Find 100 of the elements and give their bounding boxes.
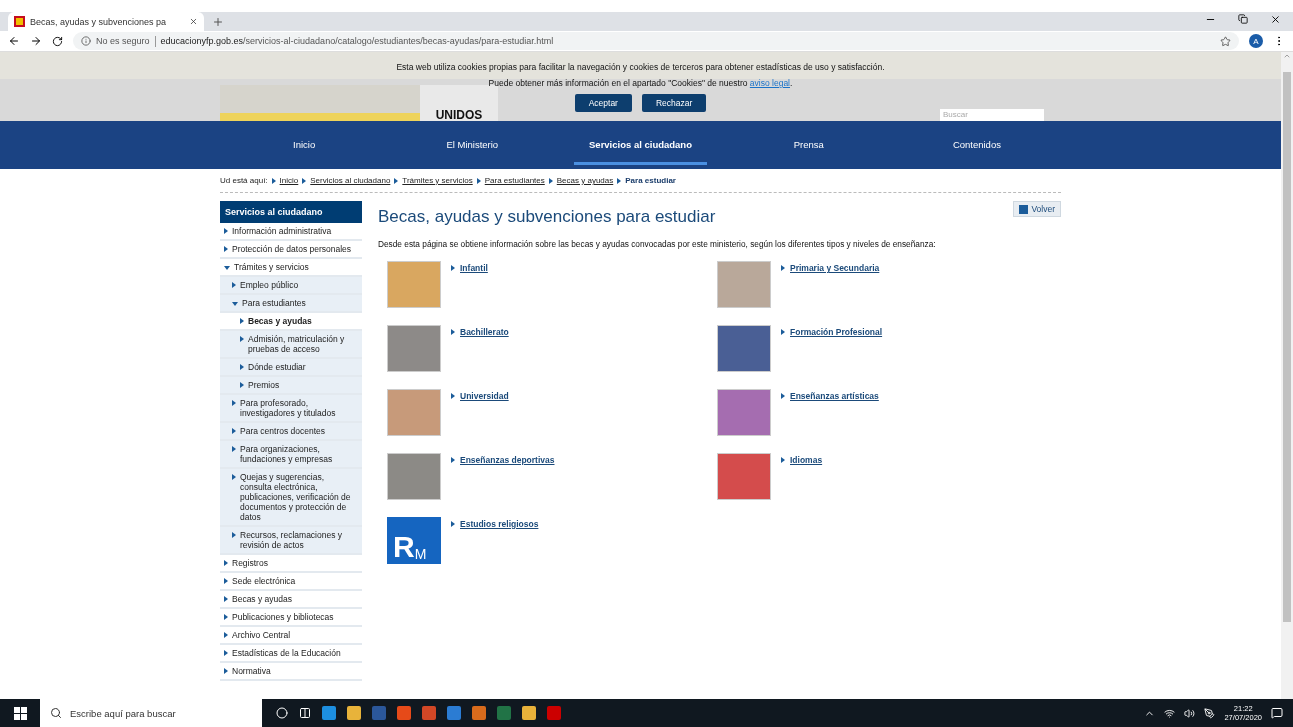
sidebar-item[interactable]: Admisión, matriculación y pruebas de acceso — [220, 331, 362, 359]
taskbar-search-field[interactable]: Escribe aquí para buscar — [40, 699, 262, 727]
legal-link[interactable]: aviso legal — [749, 78, 790, 88]
photo-placeholder — [717, 325, 771, 372]
category-link[interactable]: Bachillerato — [451, 325, 509, 337]
caret-icon — [224, 668, 228, 674]
caret-icon — [232, 474, 236, 480]
caret-icon — [224, 246, 228, 252]
new-tab-icon[interactable] — [212, 16, 224, 28]
restore-icon[interactable] — [1238, 13, 1248, 24]
photo-placeholder — [387, 453, 441, 500]
task-view-icon[interactable] — [299, 707, 311, 719]
caret-icon — [451, 265, 455, 271]
photo-placeholder — [717, 453, 771, 500]
category-link[interactable]: Enseñanzas artísticas — [781, 389, 879, 401]
star-icon[interactable] — [1220, 35, 1231, 47]
category-link[interactable]: Primaria y Secundaria — [781, 261, 880, 273]
sidebar-item[interactable]: Para organizaciones, fundaciones y empresas — [220, 441, 362, 469]
page-title: Becas, ayudas y subvenciones para estudiar — [378, 207, 716, 227]
category-link[interactable]: Formación Profesional — [781, 325, 883, 337]
caret-icon — [240, 318, 244, 324]
breadcrumb-link[interactable]: Trámites y servicios — [402, 176, 473, 185]
address-bar[interactable]: No es seguro educacionyfp.gob.es/servicios-al-ciudadano/catalogo/estudiantes/becas-ayudas/para-estudiar.html — [73, 32, 1239, 50]
category-link[interactable]: Idiomas — [781, 453, 823, 465]
breadcrumb-link[interactable]: Inicio — [279, 176, 299, 185]
caret-icon — [476, 177, 481, 184]
caret-icon — [781, 329, 785, 335]
sidebar-item[interactable]: Para centros docentes — [220, 423, 362, 441]
photo-placeholder — [717, 389, 771, 436]
category-link[interactable]: Infantil — [451, 261, 488, 273]
breadcrumb-label: Ud está aquí: — [220, 176, 268, 185]
forward-icon[interactable] — [30, 35, 42, 47]
caret-icon — [240, 364, 244, 370]
caret-icon — [224, 228, 228, 234]
sidebar-item[interactable]: Dónde estudiar — [220, 359, 362, 377]
photo-placeholder — [717, 261, 771, 308]
caret-icon — [232, 428, 236, 434]
caret-icon — [224, 614, 228, 620]
breadcrumb-link[interactable]: Para estudiantes — [484, 176, 545, 185]
campaign-logo: UNIDOS — [420, 85, 498, 121]
sidebar-item[interactable]: Para profesorado, investigadores y titulados — [220, 395, 362, 423]
logo: RM — [387, 517, 441, 564]
breadcrumb-current: Para estudiar — [625, 176, 676, 185]
caret-icon — [617, 177, 622, 184]
caret-icon — [451, 521, 455, 527]
pen-icon[interactable] — [1204, 707, 1216, 719]
caret-icon — [451, 329, 455, 335]
caret-icon — [224, 596, 228, 602]
category-link[interactable]: Universidad — [451, 389, 509, 401]
cookie-button[interactable]: Rechazar — [641, 94, 707, 112]
caret-icon — [240, 382, 244, 388]
cookie-button[interactable]: Aceptar — [574, 94, 632, 112]
notification-icon[interactable] — [1271, 707, 1283, 719]
cookie-text: Esta web utiliza cookies propias para facilitar la navegación y cookies de terceros para obtener estadísticas de uso y satisfacción. — [396, 62, 885, 72]
category-link[interactable]: Estudios religiosos — [451, 517, 539, 529]
caret-icon — [224, 650, 228, 656]
nav-link[interactable]: Contenidos — [910, 121, 1043, 165]
sidebar-title: Servicios al ciudadano — [220, 201, 362, 223]
caret-icon — [232, 302, 238, 306]
nav-link[interactable]: Inicio — [238, 121, 371, 165]
browser-tab[interactable]: Becas, ayudas y subvenciones pa — [8, 12, 204, 31]
sidebar-item[interactable]: Quejas y sugerencias, consulta electrónica, publicaciones, verificación de documentos y protección de datos — [220, 469, 362, 527]
sidebar-item[interactable]: Recursos, reclamaciones y revisión de actos — [220, 527, 362, 555]
cookie-text: Puede obtener más información en el apartado "Cookies" de nuestro aviso legal. — [488, 78, 793, 88]
nav-link[interactable]: Servicios al ciudadano — [574, 121, 707, 165]
profile-avatar[interactable]: A — [1249, 34, 1263, 48]
category-link[interactable]: Enseñanzas deportivas — [451, 453, 555, 465]
photo-placeholder — [387, 325, 441, 372]
search-icon — [50, 707, 62, 719]
caret-icon — [302, 177, 307, 184]
caret-icon — [224, 632, 228, 638]
nav-link[interactable]: Prensa — [742, 121, 875, 165]
sidebar-item[interactable]: Premios — [220, 377, 362, 395]
sidebar-item[interactable]: Para estudiantes — [220, 295, 362, 313]
circle-icon[interactable] — [276, 707, 288, 719]
back-icon[interactable] — [8, 35, 20, 47]
info-icon — [81, 36, 91, 46]
return-icon — [1019, 204, 1029, 214]
caret-icon — [781, 457, 785, 463]
breadcrumb-link[interactable]: Becas y ayudas — [556, 176, 614, 185]
photo-placeholder — [387, 261, 441, 308]
caret-icon — [271, 177, 276, 184]
caret-icon — [224, 266, 230, 270]
network-icon[interactable] — [1164, 707, 1176, 719]
caret-icon — [451, 457, 455, 463]
volume-icon[interactable] — [1184, 707, 1196, 719]
close-icon[interactable] — [1270, 13, 1281, 25]
back-button[interactable]: Volver — [1013, 201, 1061, 217]
caret-icon — [240, 336, 244, 342]
windows-icon[interactable] — [13, 706, 27, 720]
caret-icon — [224, 560, 228, 566]
scrollbar[interactable] — [1281, 52, 1293, 699]
caret-icon — [232, 282, 236, 288]
photo-placeholder — [387, 389, 441, 436]
nav-link[interactable]: El Ministerio — [406, 121, 539, 165]
reload-icon[interactable] — [52, 35, 63, 47]
breadcrumb-link[interactable]: Servicios al ciudadano — [310, 176, 391, 185]
caret-icon — [232, 532, 236, 538]
sidebar-item[interactable]: Empleo público — [220, 277, 362, 295]
flag-icon — [14, 16, 25, 27]
